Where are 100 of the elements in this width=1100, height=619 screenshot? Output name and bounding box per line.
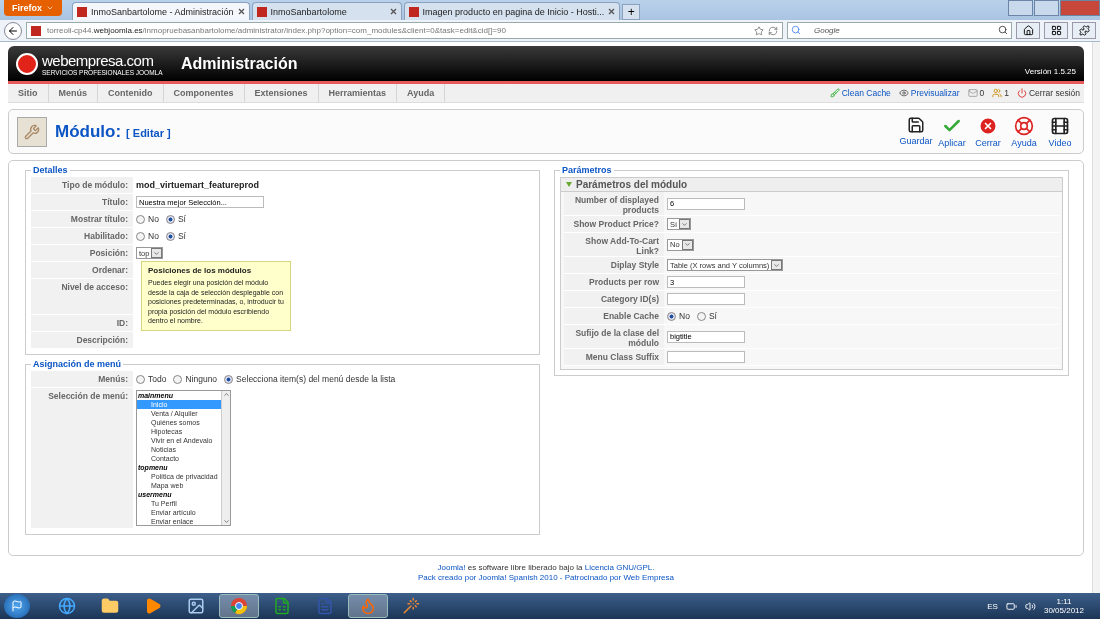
search-engine-icon — [791, 25, 801, 35]
footer-link[interactable]: Licencia GNU/GPL. — [584, 562, 655, 572]
field-label: Show Product Price? — [564, 216, 664, 232]
header-title: Administración — [181, 54, 298, 73]
close-icon — [978, 115, 998, 136]
radio-option[interactable]: Selecciona item(s) del menú desde la lista — [224, 374, 396, 384]
browser-tab[interactable]: InmoSanbartolome - Administración — [72, 2, 250, 20]
status-link[interactable]: Clean Cache — [829, 88, 891, 98]
battery-icon — [1005, 600, 1017, 612]
menu-item[interactable]: Herramientas — [318, 84, 398, 102]
menu-item[interactable]: Ayuda — [397, 84, 446, 102]
arrow-left-icon — [7, 24, 19, 37]
language-indicator[interactable]: ES — [987, 601, 998, 611]
clock[interactable]: 1:11 30/05/2012 — [1043, 597, 1084, 615]
globe-icon — [58, 597, 76, 615]
home-icon — [1022, 25, 1034, 36]
maximize-button[interactable] — [1034, 0, 1059, 16]
scroll-up-icon — [222, 391, 230, 398]
address-bar[interactable]: torreoli-cp44.webjoomla.es/inmopruebasanbartolome/administrator/index.php?option=com_modules&client=0&task=edit&cid[]=90 — [26, 22, 783, 39]
fieldset-legend: Detalles — [31, 165, 70, 175]
tooltip-title: Posiciones de los módulos — [148, 266, 253, 275]
radio-option[interactable]: Sí — [165, 231, 186, 241]
page-scrollbar[interactable] — [1092, 42, 1100, 593]
spreadsheet-icon — [273, 597, 291, 615]
film-icon — [1050, 115, 1070, 136]
field-label: Mostrar título: — [31, 211, 133, 227]
field-label: Menús: — [31, 371, 133, 387]
module-type: mod_virtuemart_featureprod — [136, 180, 260, 190]
menu-item[interactable]: Extensiones — [244, 84, 319, 102]
chrome-icon — [230, 597, 248, 615]
star-icon — [754, 25, 764, 36]
version-label: Versión 1.5.25 — [1024, 67, 1076, 76]
radio-option[interactable]: No — [136, 231, 159, 241]
mail-icon — [967, 88, 978, 98]
eye-icon — [898, 88, 909, 98]
puzzle-icon — [1078, 25, 1090, 36]
close-icon — [608, 7, 616, 15]
status-link[interactable]: Previsualizar — [898, 88, 960, 98]
lifebuoy-icon — [1014, 115, 1034, 136]
radio-option[interactable]: Sí — [165, 214, 186, 224]
toolbar-button[interactable]: Cerrar — [973, 115, 1003, 148]
home-button[interactable] — [1016, 22, 1040, 39]
grid-icon — [1050, 25, 1062, 36]
radio-option[interactable]: No — [667, 311, 690, 321]
field-label: Show Add-To-Cart Link? — [564, 233, 664, 256]
page-subtitle: [ Editar ] — [126, 127, 171, 139]
wand-icon — [402, 597, 420, 615]
logo-text: webempresa.com — [42, 51, 155, 69]
back-button[interactable] — [4, 21, 22, 40]
field-label: Habilitado: — [31, 228, 133, 244]
minimize-button[interactable] — [1008, 0, 1033, 16]
close-icon — [389, 7, 397, 15]
menu-item[interactable]: Sitio — [8, 84, 49, 102]
toolbar-button[interactable]: Guardar — [901, 115, 931, 148]
addon-button[interactable] — [1072, 22, 1096, 39]
field-label: Diplay Style — [564, 257, 664, 273]
radio-option[interactable]: Sí — [696, 311, 717, 321]
users-icon — [992, 88, 1003, 98]
start-button[interactable] — [4, 594, 30, 618]
field-label: Menu Class Suffix — [564, 349, 664, 365]
browser-tab[interactable]: InmoSanbartolome — [251, 2, 402, 20]
favicon-icon — [256, 6, 267, 17]
status-link[interactable]: Cerrar sesión — [1016, 88, 1080, 98]
status-link[interactable]: 0 — [967, 88, 985, 98]
toolbar-button[interactable]: Ayuda — [1009, 115, 1039, 148]
new-tab-button[interactable]: + — [622, 4, 641, 20]
scrollbar[interactable] — [221, 391, 230, 525]
toolbar-button[interactable]: Video — [1045, 115, 1075, 148]
image-icon — [187, 597, 205, 615]
document-icon — [316, 597, 334, 615]
status-link[interactable]: 1 — [992, 88, 1009, 98]
field-label: Category ID(s) — [564, 291, 664, 307]
fieldset-legend: Parámetros — [560, 165, 614, 175]
radio-option[interactable]: Ninguno — [173, 374, 218, 384]
radio-option[interactable]: No — [136, 214, 159, 224]
footer-link[interactable]: Joomla! — [437, 562, 466, 572]
caret-icon — [46, 4, 54, 12]
field-label: Products per row — [564, 274, 664, 290]
power-icon — [1016, 88, 1027, 98]
text-field[interactable] — [667, 351, 745, 363]
footer-link[interactable]: Pack creado por Joomla! Spanish 2010 - Patrocinado por Web Empresa — [418, 572, 674, 582]
field-label: Sufijo de la clase del módulo — [564, 325, 664, 348]
menu-item[interactable]: Menús — [48, 84, 98, 102]
field-label: ID: — [31, 315, 133, 331]
search-icon — [998, 25, 1008, 35]
browser-tab[interactable]: Imagen producto en pagina de Inicio - Hosti... — [403, 2, 621, 20]
flag-icon — [11, 600, 23, 612]
field-label: Ordenar: — [31, 262, 133, 278]
radio-option[interactable]: Todo — [136, 374, 167, 384]
favicon-icon — [31, 25, 41, 36]
flame-icon — [359, 597, 377, 615]
grid-button[interactable] — [1044, 22, 1068, 39]
search-field[interactable]: Google — [787, 22, 1012, 39]
menu-item[interactable]: Contenido — [98, 84, 164, 102]
menu-item[interactable]: Componentes — [163, 84, 245, 102]
field-label: Number of displayed products — [564, 192, 664, 215]
fieldset-legend: Asignación de menú — [31, 359, 123, 369]
panel-header[interactable]: Parámetros del módulo — [560, 177, 1063, 192]
text-field[interactable] — [667, 293, 745, 305]
toolbar-button[interactable]: Aplicar — [937, 115, 967, 148]
